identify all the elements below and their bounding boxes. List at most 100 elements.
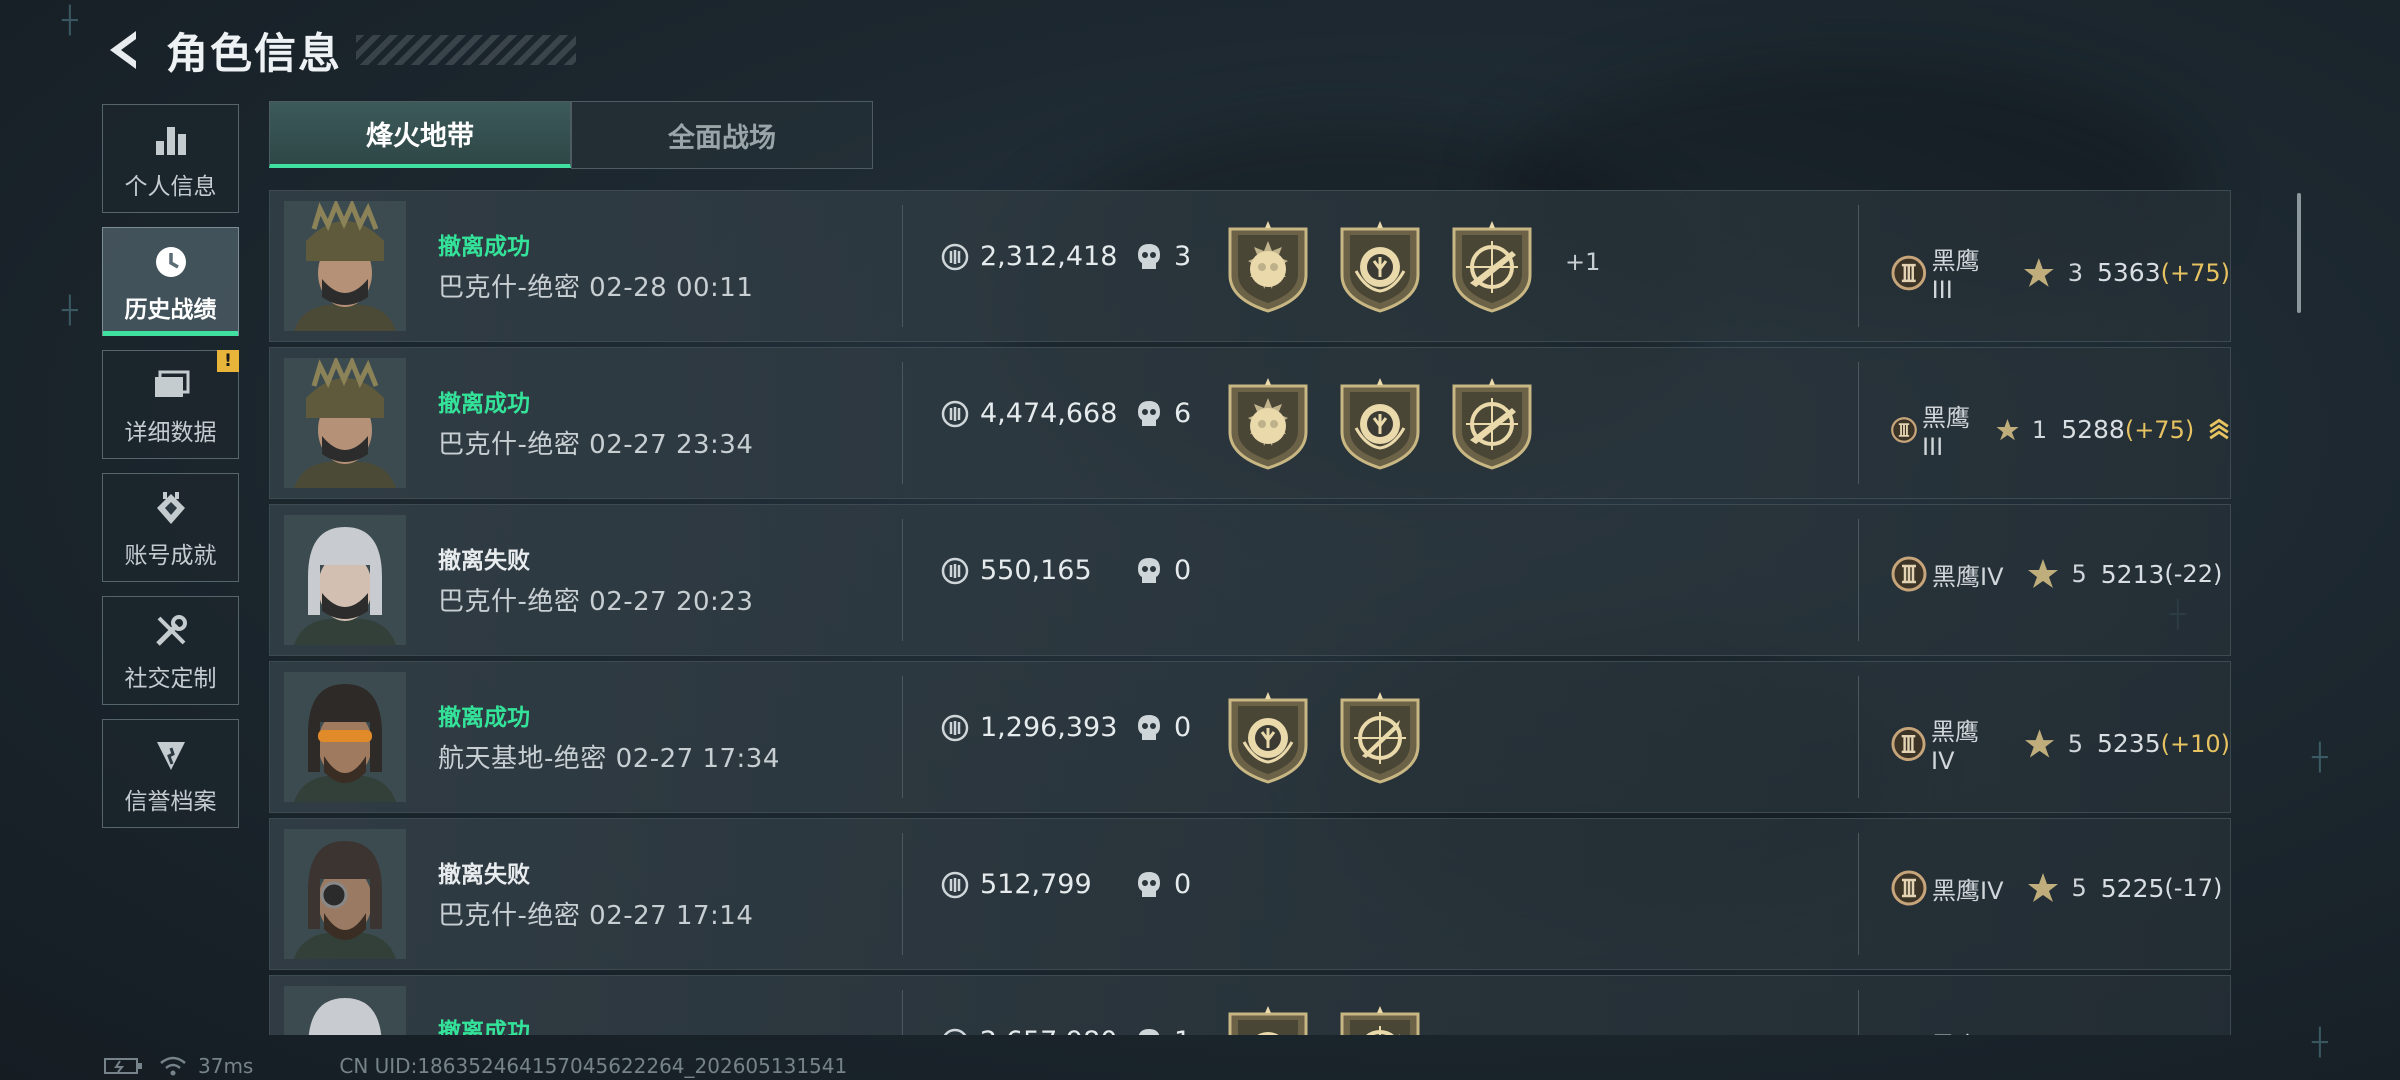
star-count: 3 [2067,258,2083,287]
match-record-row[interactable]: 撤离失败 巴克什-绝密 02-27 20:23 550,165 0 黑鹰IV 5 5213(… [269,504,2231,656]
skull-icon [1138,714,1160,740]
kill-count: 1 [1136,1026,1191,1035]
title-stripe-decor [356,35,577,65]
rank-score: 5235 [2097,729,2161,758]
sidebar-item-achievements[interactable]: 账号成就 [102,473,239,582]
wing-shield-medal-icon[interactable] [1224,1004,1312,1035]
loot-value-text: 2,657,980 [980,1026,1117,1035]
page-title: 角色信息 [166,28,343,78]
operator-avatar [284,515,406,645]
currency-coin-icon [941,871,969,898]
kill-count-text: 3 [1174,241,1192,272]
extraction-status: 撤离成功 [438,705,530,731]
rank-info: 黑鹰IV 5 5213 (-22) [1890,555,2222,593]
knife-crosshair-medal-icon[interactable] [1336,690,1424,784]
tab-battlefield[interactable]: 全面战场 [571,101,873,169]
sun-skull-medal-icon[interactable] [1224,219,1312,313]
star-icon [1996,418,2019,440]
credit-icon [149,732,193,776]
loot-value: 4,474,668 [940,398,1117,429]
star-icon [2027,559,2058,588]
map-and-time: 航天基地-绝密 02-27 17:34 [438,744,780,774]
kill-count: 6 [1136,398,1191,429]
list-scrollbar[interactable] [2297,193,2301,313]
back-arrow-icon [110,31,136,69]
column-divider [902,833,903,955]
currency-coin-icon [941,243,969,270]
rifle-crosshair-medal-icon[interactable] [1448,219,1536,313]
sidebar-item-profile[interactable]: 个人信息 [102,104,239,213]
crosshair-decor-icon: ┼ [62,296,78,326]
rank-name: 黑鹰IV [1932,876,2004,905]
back-button[interactable] [100,25,144,75]
operator-portrait-icon [284,672,406,802]
sidebar-item-social[interactable]: 社交定制 [102,596,239,705]
column-divider [902,205,903,327]
kill-count: 0 [1136,712,1191,743]
loot-value-text: 550,165 [980,555,1092,586]
skull-icon [1138,1028,1160,1035]
score-delta: (+75) [2160,258,2230,287]
rank-badge-icon [1891,255,1927,290]
operator-portrait-icon [284,986,406,1035]
column-divider [1858,676,1859,798]
kill-count: 0 [1136,555,1191,586]
sidebar-item-label: 信誉档案 [124,788,217,815]
knife-crosshair-medal-icon[interactable] [1336,1004,1424,1035]
match-record-row[interactable]: 撤离成功 航天基地-绝密 02-27 17:34 1,296,393 0 黑鹰IV 5 52… [269,661,2231,813]
skull-icon [1138,871,1160,897]
sidebar-item-details[interactable]: ! 详细数据 [102,350,239,459]
tab-frontier[interactable]: 烽火地带 [269,101,571,168]
operator-portrait-icon [284,358,406,488]
wing-shield-medal-icon[interactable] [1336,219,1424,313]
rank-name: 黑鹰III [1921,404,1970,461]
kill-count: 0 [1136,869,1191,900]
loot-value: 512,799 [940,869,1092,900]
wing-shield-medal-icon[interactable] [1224,690,1312,784]
more-medals-count[interactable]: +1 [1565,248,1600,276]
operator-avatar [284,358,406,488]
wing-shield-medal-icon[interactable] [1336,376,1424,470]
sun-skull-medal-icon[interactable] [1224,376,1312,470]
match-record-row[interactable]: 撤离成功 巴克什-绝密 02-27 23:34 4,474,668 6 黑鹰III 1 52… [269,347,2231,499]
star-count: 5 [2071,560,2087,588]
match-record-row[interactable]: 撤离失败 巴克什-绝密 02-27 17:14 512,799 0 黑鹰IV 5 5225(… [269,818,2231,970]
kill-count-text: 1 [1174,1026,1191,1035]
star-count: 1 [2031,415,2048,444]
kill-count-text: 0 [1174,555,1192,586]
match-record-row[interactable]: 撤离成功 2,657,980 1 黑鹰IV55242(+24) [269,975,2231,1035]
star-icon [2024,728,2054,758]
ping-text: 37ms [198,1054,254,1078]
sidebar-item-history[interactable]: 历史战绩 [102,227,239,336]
map-and-time: 巴克什-绝密 02-28 00:11 [438,273,754,303]
sidebar-item-label: 账号成就 [124,542,217,569]
currency-coin-icon [943,1028,967,1035]
column-divider [902,519,903,641]
warning-badge: ! [217,350,239,372]
column-divider [902,362,903,484]
crosshair-decor-icon: ┼ [2312,743,2328,773]
rifle-crosshair-medal-icon[interactable] [1448,376,1536,470]
sidebar-item-credit[interactable]: 信誉档案 [102,719,239,828]
column-divider [1858,990,1859,1035]
loot-value: 2,657,980 [940,1026,1117,1035]
sidebar-item-label: 历史战绩 [124,296,217,323]
battery-icon [104,1058,142,1074]
map-and-time: 巴克什-绝密 02-27 17:14 [438,901,754,931]
rank-info: 黑鹰IV 5 5225 (-17) [1890,869,2222,907]
operator-portrait-icon [284,201,406,331]
match-record-row[interactable]: 撤离成功 巴克什-绝密 02-28 00:11 2,312,418 3 +1 黑鹰III 3… [269,190,2231,342]
score-delta: (+10) [2160,729,2230,758]
medal-list [1224,219,1560,313]
operator-avatar [284,829,406,959]
crosshair-decor-icon: ┼ [2312,1028,2328,1058]
sidebar: 个人信息 历史战绩 ! 详细数据 账号成就 社交定制 信誉档案 [102,104,239,842]
rank-info: 黑鹰III 1 5288 (+75) [1890,398,2230,461]
sidebar-item-label: 个人信息 [124,173,217,200]
extraction-status: 撤离成功 [438,1019,530,1035]
wifi-icon [160,1056,186,1076]
rank-score: 5288 [2061,415,2125,444]
loot-value-text: 1,296,393 [980,712,1118,743]
loot-value: 2,312,418 [940,241,1117,272]
extraction-status: 撤离成功 [438,234,530,260]
